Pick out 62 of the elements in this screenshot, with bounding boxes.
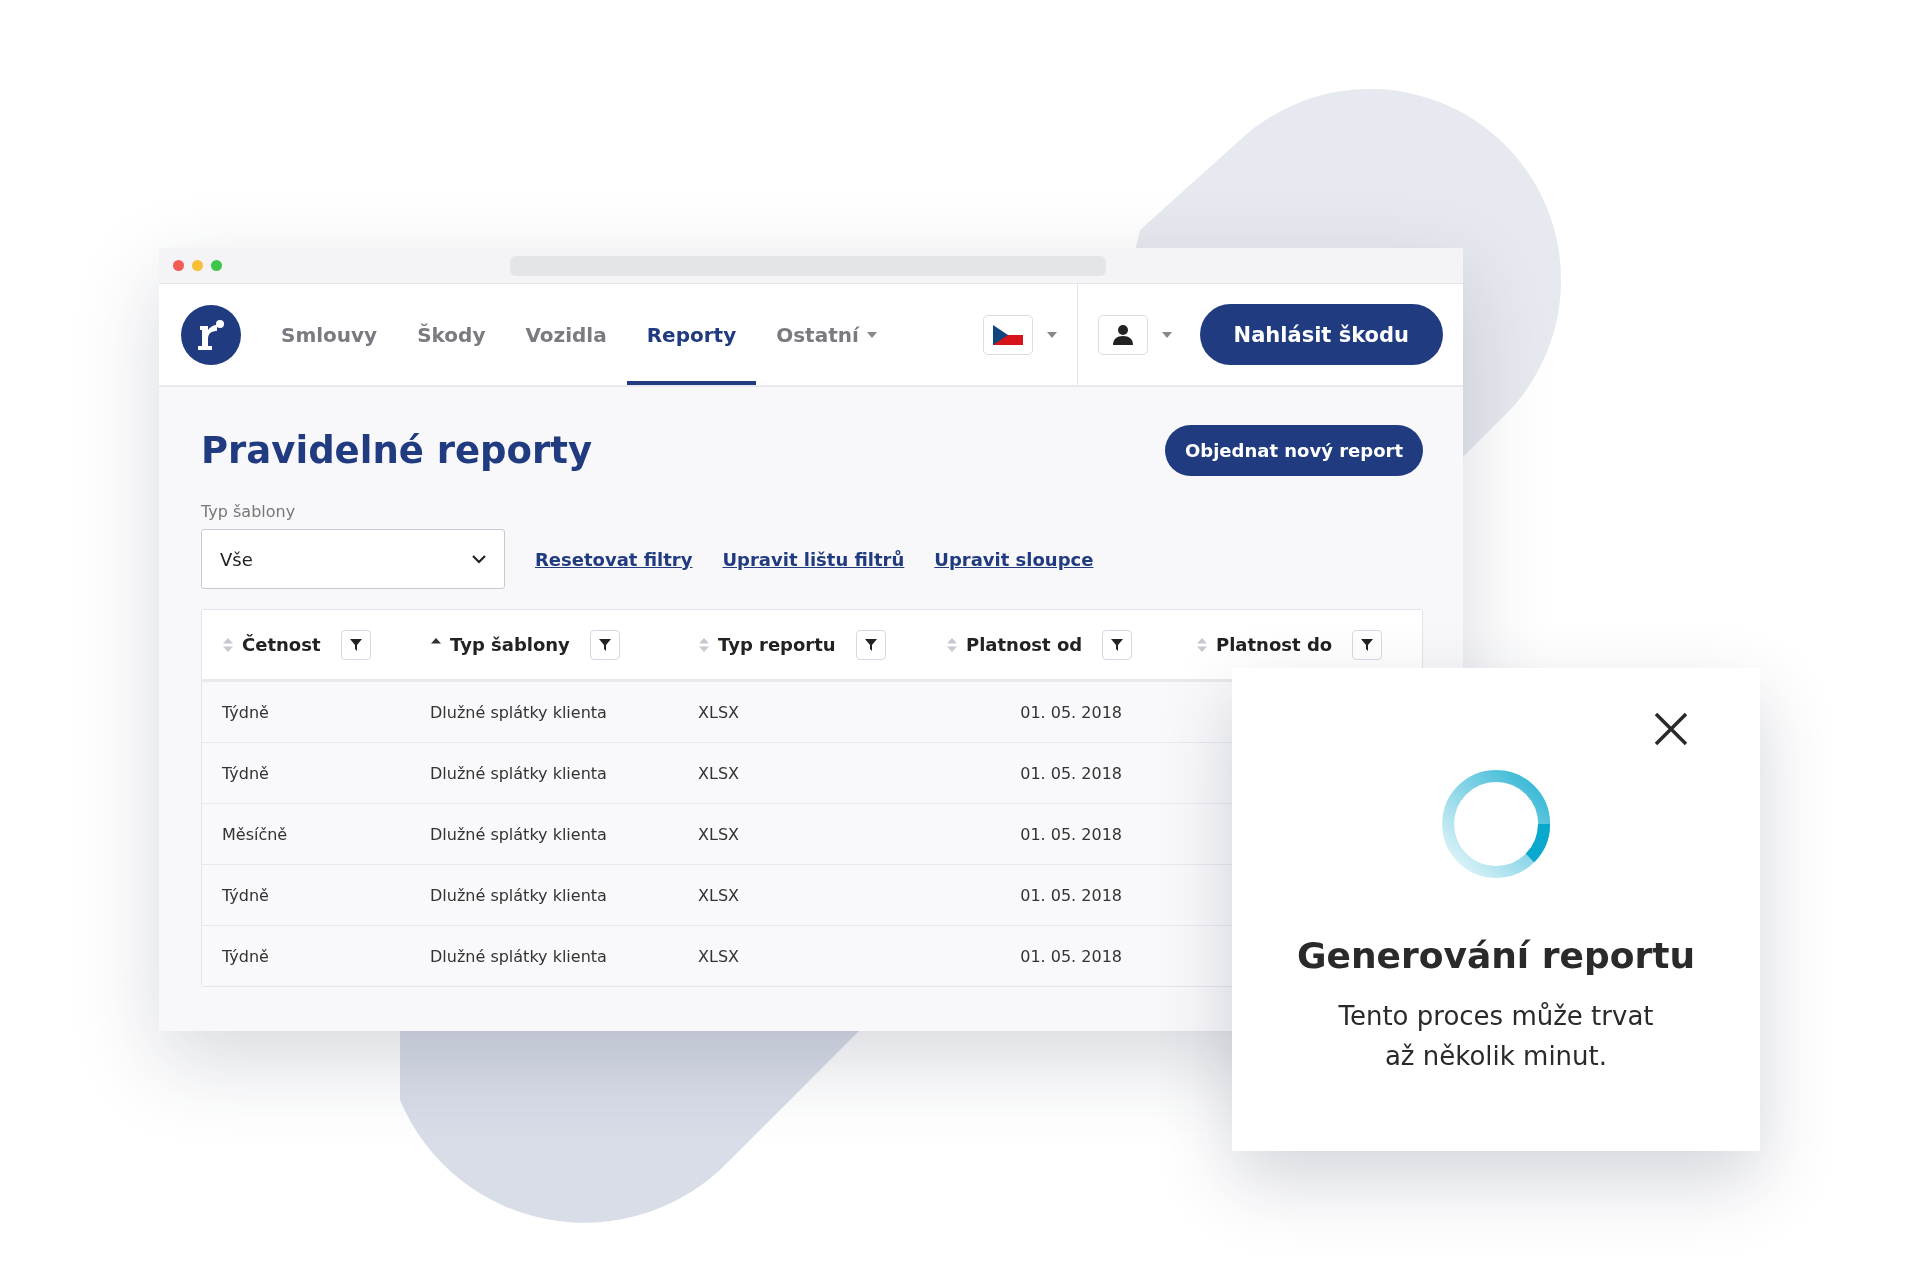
filter-link[interactable]: Resetovat filtry bbox=[535, 548, 693, 570]
window-control-dot[interactable] bbox=[211, 260, 222, 271]
chevron-down-icon bbox=[472, 554, 486, 564]
filter-button[interactable] bbox=[589, 629, 620, 660]
user-menu[interactable] bbox=[1097, 314, 1148, 355]
page-title: Pravidelné reporty bbox=[201, 429, 592, 472]
table-cell-text: XLSX bbox=[698, 885, 740, 905]
table-cell-text: XLSX bbox=[698, 824, 740, 844]
nav-tab[interactable]: Smlouvy bbox=[261, 284, 398, 385]
nav-tab[interactable]: Reporty bbox=[626, 284, 757, 385]
user-icon bbox=[1112, 323, 1133, 346]
funnel-icon bbox=[864, 638, 877, 651]
filter-button[interactable] bbox=[1352, 629, 1383, 660]
filter-button[interactable] bbox=[855, 629, 886, 660]
loading-spinner-icon bbox=[1441, 769, 1551, 879]
column-header[interactable]: Platnost do bbox=[1216, 634, 1333, 655]
table-cell-text: 01. 05. 2018 bbox=[1019, 763, 1123, 783]
filter-label: Typ šablony bbox=[201, 502, 297, 521]
nav-tab[interactable]: Ostatní bbox=[756, 284, 897, 385]
table-cell-text: Měsíčně bbox=[222, 824, 289, 844]
table-cell-text: XLSX bbox=[698, 702, 740, 722]
table-cell-text: Dlužné splátky klienta bbox=[430, 702, 608, 722]
table-cell-text: 01. 05. 2018 bbox=[1019, 702, 1123, 722]
column-header[interactable]: Typ šablony bbox=[450, 634, 570, 655]
filter-button[interactable] bbox=[1102, 629, 1133, 660]
nav-tab[interactable]: Škody bbox=[397, 284, 506, 385]
window-control-dot[interactable] bbox=[192, 260, 203, 271]
filter-link[interactable]: Upravit lištu filtrů bbox=[722, 548, 905, 570]
funnel-icon bbox=[598, 638, 611, 651]
table-cell-text: 01. 05. 2018 bbox=[1019, 946, 1123, 966]
report-damage-button[interactable]: Nahlásit škodu bbox=[1199, 304, 1443, 365]
column-header[interactable]: Typ reportu bbox=[718, 634, 836, 655]
table-cell-text: Týdně bbox=[222, 763, 270, 783]
template-type-select[interactable]: Vše bbox=[201, 529, 505, 589]
nav-tab[interactable]: Vozidla bbox=[505, 284, 627, 385]
dialog-message: Tento proces může trvat až několik minut. bbox=[1338, 1000, 1654, 1073]
table-cell-text: Dlužné splátky klienta bbox=[430, 763, 608, 783]
funnel-icon bbox=[1111, 638, 1124, 651]
table-cell-text: Týdně bbox=[222, 946, 270, 966]
table-cell-text: Týdně bbox=[222, 702, 270, 722]
table-cell-text: 01. 05. 2018 bbox=[1019, 885, 1123, 905]
filter-button[interactable] bbox=[340, 629, 371, 660]
table-cell-text: 01. 05. 2018 bbox=[1019, 824, 1123, 844]
caret-icon bbox=[1161, 331, 1172, 338]
filter-link[interactable]: Upravit sloupce bbox=[934, 548, 1094, 570]
window-control-dot[interactable] bbox=[173, 260, 184, 271]
order-report-button[interactable]: Objednat nový report bbox=[1165, 425, 1423, 476]
funnel-icon bbox=[349, 638, 362, 651]
table-cell-text: Dlužné splátky klienta bbox=[430, 824, 608, 844]
table-cell-text: Dlužné splátky klienta bbox=[430, 946, 608, 966]
table-cell-text: Dlužné splátky klienta bbox=[430, 885, 608, 905]
table-cell-text: Týdně bbox=[222, 885, 270, 905]
caret-icon bbox=[1046, 331, 1057, 338]
close-icon bbox=[1654, 712, 1688, 746]
column-header[interactable]: Platnost od bbox=[966, 634, 1083, 655]
column-header[interactable]: Četnost bbox=[242, 634, 321, 655]
flag-icon bbox=[992, 324, 1023, 345]
language-selector[interactable] bbox=[982, 314, 1033, 355]
table-cell-text: XLSX bbox=[698, 763, 740, 783]
table-cell-text: XLSX bbox=[698, 946, 740, 966]
funnel-icon bbox=[1361, 638, 1374, 651]
dialog-title: Generování reportu bbox=[1297, 935, 1695, 976]
